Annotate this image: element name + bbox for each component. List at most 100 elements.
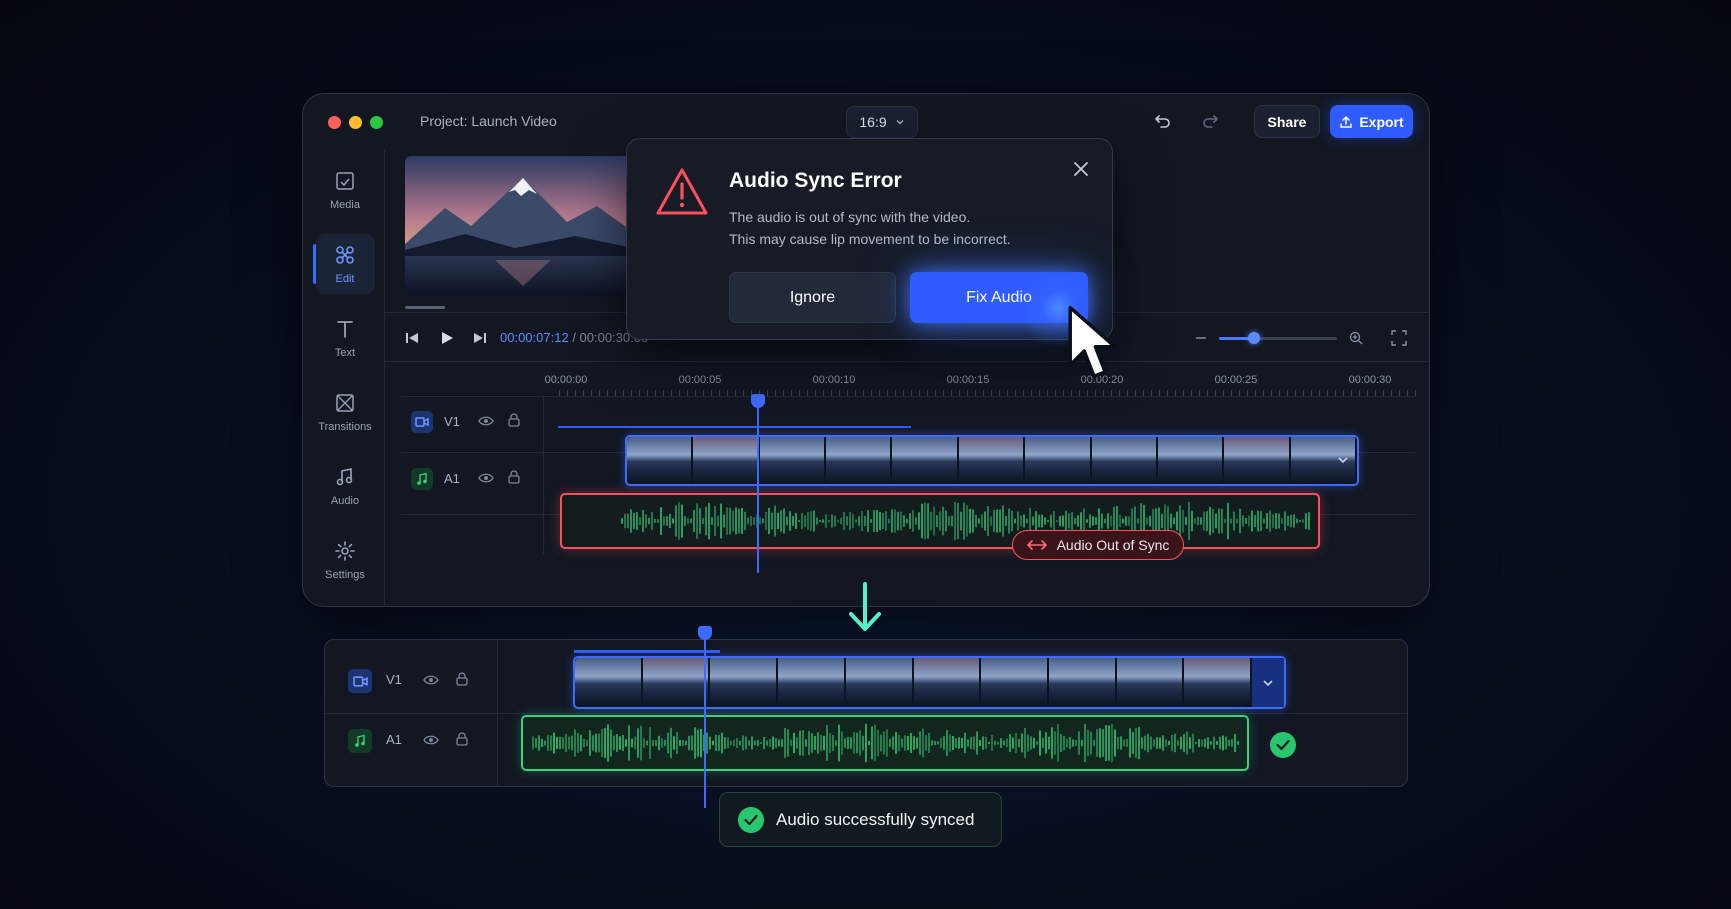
- clip-top-bar: [574, 650, 720, 653]
- ignore-button[interactable]: Ignore: [729, 272, 896, 323]
- eye-icon[interactable]: [423, 734, 439, 746]
- redo-icon[interactable]: [1201, 112, 1219, 130]
- video-frame-thumbnail: [1091, 437, 1158, 484]
- media-icon: [336, 171, 354, 190]
- eye-icon[interactable]: [423, 674, 439, 686]
- audio-out-of-sync-badge: Audio Out of Sync: [1012, 530, 1184, 560]
- zoom-out-icon[interactable]: [1195, 332, 1207, 344]
- close-window-button[interactable]: [328, 116, 341, 129]
- music-note-icon: [336, 467, 353, 485]
- sidebar-item-label: Edit: [335, 272, 355, 285]
- video-preview[interactable]: [405, 156, 633, 296]
- sidebar-item-edit[interactable]: Edit: [313, 234, 375, 294]
- video-frame-thumbnail: [958, 437, 1026, 484]
- lock-icon[interactable]: [508, 413, 520, 427]
- sidebar-item-audio[interactable]: Audio: [315, 456, 375, 516]
- lock-icon[interactable]: [456, 672, 468, 686]
- export-button[interactable]: Export: [1330, 105, 1413, 138]
- sidebar-item-label: Text: [334, 346, 356, 359]
- zoom-in-icon[interactable]: [1349, 331, 1363, 345]
- success-toast: Audio successfully synced: [719, 792, 1002, 847]
- video-frame-thumbnail: [575, 658, 643, 707]
- video-filmstrip: [627, 437, 1357, 484]
- clip-menu[interactable]: [1252, 658, 1284, 707]
- check-circle-icon: [738, 806, 764, 833]
- lock-icon[interactable]: [456, 732, 468, 746]
- track-label-v1: V1: [386, 672, 402, 687]
- skip-back-icon[interactable]: [405, 331, 419, 345]
- sidebar-item-label: Settings: [325, 568, 365, 581]
- toast-message: Audio successfully synced: [776, 809, 975, 829]
- undo-icon[interactable]: [1154, 112, 1172, 130]
- ruler-label: 00:00:00: [544, 374, 588, 386]
- minimize-window-button[interactable]: [349, 116, 362, 129]
- ruler-label: 00:00:25: [1214, 374, 1258, 386]
- timeline-ruler[interactable]: 00:00:00 00:00:05 00:00:10 00:00:15 00:0…: [385, 362, 1429, 396]
- video-frame-thumbnail: [1048, 658, 1117, 707]
- warning-icon: [656, 168, 708, 215]
- audio-clip-a1[interactable]: [560, 493, 1320, 549]
- check-icon: [1276, 739, 1290, 751]
- mouse-pointer-icon: [1068, 305, 1117, 378]
- close-icon[interactable]: [1073, 161, 1089, 177]
- video-frame-thumbnail: [826, 437, 893, 484]
- video-frame-thumbnail: [1116, 658, 1185, 707]
- sidebar-item-transitions[interactable]: Transitions: [315, 382, 375, 442]
- text-icon: [337, 320, 353, 338]
- lock-icon[interactable]: [508, 470, 520, 484]
- audio-waveform: [621, 501, 1310, 541]
- chevron-down-icon[interactable]: [1337, 454, 1349, 466]
- aspect-ratio-dropdown[interactable]: 16:9: [846, 106, 918, 138]
- sync-success-check: [1270, 732, 1296, 758]
- video-frame-thumbnail: [845, 658, 914, 707]
- track-row-divider: [325, 713, 1407, 714]
- play-icon[interactable]: [439, 330, 455, 346]
- sidebar-item-label: Audio: [330, 494, 360, 507]
- dialog-message-line2: This may cause lip movement to be incorr…: [729, 231, 1011, 247]
- video-frame-thumbnail: [981, 658, 1049, 707]
- fullscreen-icon[interactable]: [1391, 330, 1407, 346]
- share-button[interactable]: Share: [1254, 105, 1320, 138]
- audio-waveform: [532, 723, 1239, 763]
- zoom-slider-handle[interactable]: [1248, 332, 1261, 344]
- track-header-divider: [543, 396, 544, 554]
- playhead-handle[interactable]: [751, 394, 765, 408]
- dialog-message-line1: The audio is out of sync with the video.: [729, 209, 971, 225]
- skip-forward-icon[interactable]: [473, 331, 487, 345]
- clip-top-bar: [558, 426, 911, 428]
- sidebar-item-label: Transitions: [318, 420, 372, 433]
- chevron-down-icon: [896, 120, 904, 125]
- track-label-a1: A1: [386, 732, 402, 747]
- video-frame-thumbnail: [693, 437, 760, 484]
- eye-icon[interactable]: [478, 472, 494, 484]
- audio-clip-a1[interactable]: [521, 715, 1249, 771]
- video-frame-thumbnail: [1224, 437, 1291, 484]
- audio-track-icon: [411, 468, 433, 490]
- playhead[interactable]: [698, 626, 712, 808]
- playhead-handle[interactable]: [698, 626, 712, 640]
- timecode: 00:00:07:12 / 00:00:30:00: [500, 330, 648, 345]
- video-frame-thumbnail: [710, 658, 779, 707]
- audio-track-icon: [348, 729, 372, 753]
- video-frame-thumbnail: [778, 658, 846, 707]
- video-clip-v1[interactable]: [573, 656, 1286, 709]
- edit-icon: [336, 245, 354, 264]
- video-filmstrip: [575, 658, 1252, 707]
- eye-icon[interactable]: [478, 415, 494, 427]
- arrow-down-icon: [849, 582, 881, 631]
- ruler-label: 00:00:15: [946, 374, 990, 386]
- project-title: Project: Launch Video: [420, 113, 557, 129]
- maximize-window-button[interactable]: [370, 116, 383, 129]
- sidebar-item-settings[interactable]: Settings: [315, 530, 375, 590]
- video-frame-thumbnail: [1025, 437, 1092, 484]
- preview-scrubber[interactable]: [405, 306, 445, 309]
- video-clip-v1[interactable]: [625, 435, 1359, 486]
- upload-icon: [1340, 115, 1353, 128]
- sidebar-item-media[interactable]: Media: [315, 160, 375, 220]
- gear-icon: [335, 540, 355, 561]
- aspect-ratio-value: 16:9: [859, 114, 887, 130]
- zoom-slider[interactable]: [1219, 332, 1337, 344]
- sidebar-item-text[interactable]: Text: [315, 308, 375, 368]
- dialog-title: Audio Sync Error: [729, 169, 902, 192]
- playhead[interactable]: [751, 394, 765, 573]
